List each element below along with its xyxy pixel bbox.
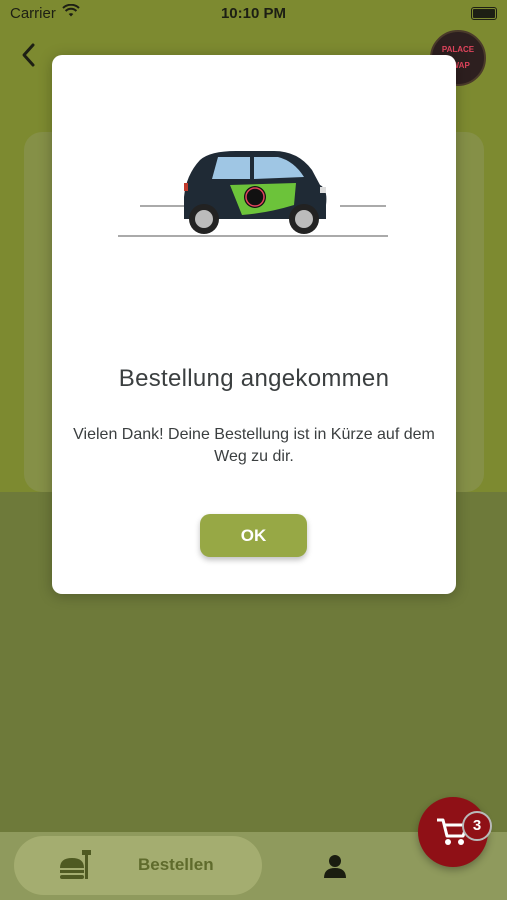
status-time: 10:10 PM xyxy=(220,5,287,22)
ok-button[interactable]: OK xyxy=(200,514,307,557)
tab-profile[interactable] xyxy=(320,852,350,882)
delivery-car-icon xyxy=(118,145,390,245)
status-bar: Carrier 10:10 PM xyxy=(0,0,507,28)
cart-count-badge: 3 xyxy=(462,811,492,841)
food-icon xyxy=(58,850,92,882)
order-arrived-dialog: Bestellung angekommen Vielen Dank! Deine… xyxy=(52,55,456,594)
person-icon xyxy=(324,855,346,878)
back-button[interactable] xyxy=(14,40,44,70)
dialog-message: Vielen Dank! Deine Bestellung ist in Kür… xyxy=(73,426,435,465)
cart-button[interactable]: 3 xyxy=(418,797,492,867)
dialog-title: Bestellung angekommen xyxy=(118,365,390,392)
chevron-left-icon xyxy=(22,43,35,67)
tab-bestellen[interactable]: Bestellen xyxy=(14,836,262,895)
logo-text-top: PALACE xyxy=(441,45,475,54)
tab-bestellen-label: Bestellen xyxy=(138,855,214,874)
battery-icon xyxy=(471,7,497,20)
